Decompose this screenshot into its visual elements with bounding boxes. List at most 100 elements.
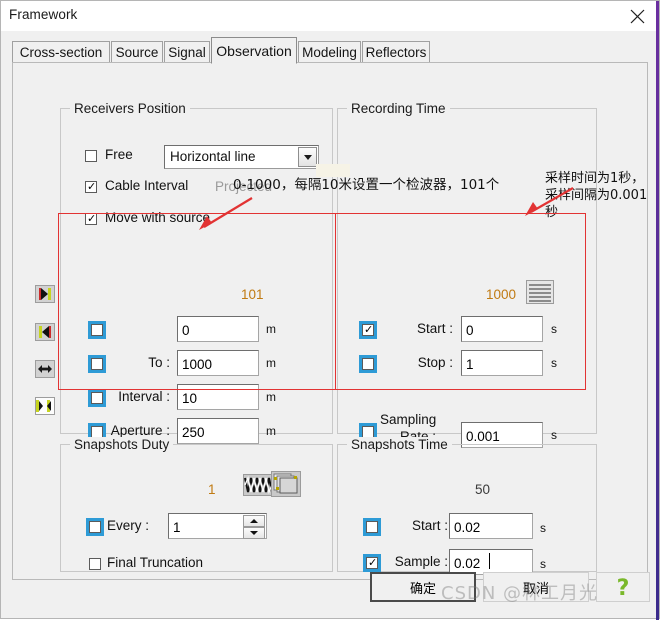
aperture-label: Aperture :	[110, 423, 170, 438]
interval-label: Interval :	[118, 389, 170, 404]
cable-interval-label: Cable Interval	[105, 178, 189, 193]
cancel-button[interactable]: 取消	[483, 572, 589, 602]
question-mark-icon: ?	[617, 576, 630, 599]
recording-stop-label: Stop :	[417, 355, 453, 370]
goto-last-icon[interactable]	[35, 285, 55, 303]
goto-first-glyph	[36, 324, 54, 340]
recording-start-input[interactable]	[461, 316, 543, 342]
annotation-left-note: 0-1000，每隔10米设置一个检波器，101个	[233, 177, 500, 193]
recording-time-group: Recording Time 1000 ✓ Start: 0 s Stop:…	[337, 101, 597, 448]
tab-label: Reflectors	[365, 45, 427, 60]
overlapping-tooltip	[316, 164, 350, 177]
from-checkbox[interactable]	[88, 321, 106, 339]
goto-first-icon[interactable]	[35, 323, 55, 341]
check-mark-icon: ✓	[87, 180, 97, 193]
annotation-right-note-line2: 采样间隔为0.001	[545, 188, 648, 203]
receivers-count: 101	[241, 287, 264, 302]
stacked-lines-glyph	[527, 281, 553, 303]
close-icon	[630, 9, 644, 23]
from-unit: m	[266, 322, 276, 336]
tab-modeling[interactable]: Modeling	[298, 41, 361, 63]
framework-window: Framework Cross-section Source Signal Ob…	[0, 0, 660, 620]
aperture-unit: m	[266, 424, 276, 438]
sampling-rate-unit: s	[551, 428, 557, 442]
every-checkbox[interactable]	[86, 518, 104, 536]
client-area: Cross-section Source Signal Observation …	[2, 31, 658, 618]
interval-input[interactable]	[177, 384, 259, 410]
annotation-right-note-line1: 采样时间为1秒，	[545, 171, 645, 186]
tab-reflectors[interactable]: Reflectors	[362, 41, 430, 63]
every-spinner[interactable]	[243, 515, 265, 539]
window-title: Framework	[9, 7, 78, 22]
tab-label: Source	[115, 45, 159, 60]
recording-stop-checkbox[interactable]	[359, 355, 377, 373]
stepper-up-icon[interactable]	[243, 515, 265, 527]
every-label: Every :	[107, 518, 150, 533]
snapshot-sample-checkbox[interactable]: ✓	[363, 554, 381, 572]
snapshot-start-input[interactable]	[449, 513, 533, 539]
recording-stop-unit: s	[551, 356, 557, 370]
recording-time-label: Recording Time	[347, 101, 450, 116]
recording-stop-input[interactable]	[461, 350, 543, 376]
goto-last-glyph	[36, 286, 54, 302]
snapshots-duty-count: 1	[208, 482, 216, 497]
snapshot-start-unit: s	[540, 521, 546, 535]
title-bar: Framework	[1, 1, 659, 31]
wiggle-trace-glyph	[244, 475, 274, 495]
tab-label: Cross-section	[19, 45, 103, 60]
free-checkbox[interactable]	[85, 150, 97, 162]
geometry-combobox-value: Horizontal line	[170, 149, 256, 164]
snapshots-time-group: Snapshots Time 50 Start : s ✓ Sample : s	[337, 437, 597, 575]
move-with-source-checkbox[interactable]: ✓	[85, 213, 97, 225]
recording-start-checkbox[interactable]: ✓	[359, 321, 377, 339]
snapshots-duty-label: Snapshots Duty	[70, 437, 174, 452]
tab-label: Signal	[168, 45, 206, 60]
to-input[interactable]	[177, 350, 259, 376]
tab-label: Observation	[216, 42, 292, 59]
tab-source[interactable]: Source	[111, 41, 163, 63]
tab-strip: Cross-section Source Signal Observation …	[12, 37, 648, 64]
to-checkbox[interactable]	[88, 355, 106, 373]
snapshots-time-label: Snapshots Time	[347, 437, 452, 452]
ok-button[interactable]: 确定	[370, 572, 476, 602]
geometry-combobox[interactable]: Horizontal line	[164, 145, 319, 169]
recording-start-label: Start :	[416, 321, 453, 336]
tab-observation[interactable]: Observation	[211, 37, 297, 64]
check-mark-icon: ✓	[87, 212, 97, 225]
desktop-edge-strip	[656, 1, 659, 620]
svg-text:?: ?	[617, 576, 630, 599]
tab-signal[interactable]: Signal	[164, 41, 210, 63]
every-stepper[interactable]	[168, 513, 267, 539]
spread-icon[interactable]	[35, 397, 55, 415]
tab-cross-section[interactable]: Cross-section	[12, 41, 110, 63]
from-input[interactable]	[177, 316, 259, 342]
snapshot-start-checkbox[interactable]	[363, 518, 381, 536]
span-width-icon[interactable]	[35, 360, 55, 378]
every-input[interactable]	[169, 514, 243, 538]
snapshot-start-label: Start :	[411, 518, 448, 533]
close-button[interactable]	[615, 1, 659, 31]
chevron-down-icon[interactable]	[298, 147, 317, 167]
tab-label: Modeling	[302, 45, 357, 60]
text-caret	[489, 553, 490, 569]
span-width-glyph	[36, 361, 54, 377]
stacked-windows-icon[interactable]	[271, 471, 301, 497]
help-button[interactable]: ?	[596, 572, 650, 602]
stacked-windows-glyph	[272, 472, 300, 496]
snapshot-sample-unit: s	[540, 557, 546, 571]
interval-checkbox[interactable]	[88, 389, 106, 407]
final-truncation-checkbox[interactable]	[89, 558, 101, 570]
aperture-input[interactable]	[177, 418, 259, 444]
to-label: To :	[148, 355, 170, 370]
free-label: Free	[105, 147, 133, 162]
stepper-down-icon[interactable]	[243, 527, 265, 539]
move-with-source-label: Move with source	[105, 210, 211, 225]
check-mark-icon: ✓	[368, 556, 378, 569]
interval-unit: m	[266, 390, 276, 404]
stacked-lines-icon[interactable]	[526, 280, 554, 304]
observation-panel: Receivers Position Free Horizontal line …	[12, 62, 648, 580]
recording-start-unit: s	[551, 322, 557, 336]
snapshots-duty-group: Snapshots Duty 1 Every : 1 Final Truncat…	[60, 437, 333, 572]
cable-interval-checkbox[interactable]: ✓	[85, 181, 97, 193]
spread-glyph	[36, 398, 54, 414]
